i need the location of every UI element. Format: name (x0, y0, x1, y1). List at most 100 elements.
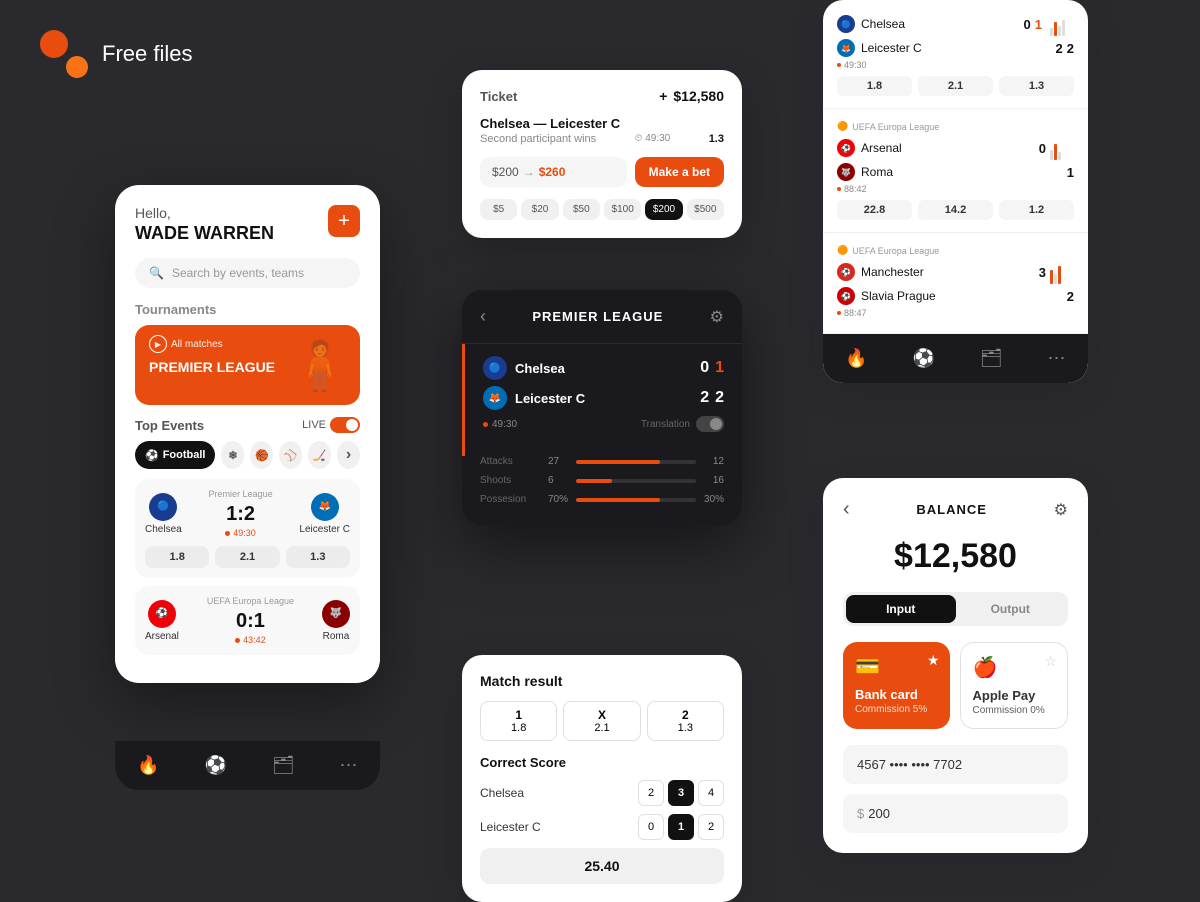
chip-20[interactable]: $20 (521, 199, 558, 220)
translation-toggle[interactable] (696, 416, 724, 432)
roma-name: Roma (323, 631, 350, 642)
leicester-name: Leicester C (299, 524, 350, 535)
match-result-card: Match result 1 1.8 X 2.1 2 1.3 Correct S… (462, 655, 742, 902)
make-bet-button[interactable]: Make a bet (635, 157, 724, 187)
arrow-icon: → (523, 165, 535, 179)
apple-commission: Commission 0% (973, 705, 1056, 716)
add-button[interactable]: + (328, 205, 360, 237)
live-chart-2 (1050, 136, 1074, 160)
sport-tab-baseball[interactable]: ⚾ (279, 441, 302, 469)
card-number-field[interactable]: 4567 •••• •••• 7702 (843, 745, 1068, 784)
chip-50[interactable]: $50 (563, 199, 600, 220)
nav-card-live[interactable]: 🗂 (980, 348, 1003, 369)
live-odd-2c[interactable]: 1.2 (999, 200, 1074, 220)
shoots-val2: 16 (704, 475, 724, 486)
live-toggle[interactable]: LIVE (302, 417, 360, 433)
tournament-banner[interactable]: ▶ All matches PREMIER LEAGUE 🧍 (135, 325, 360, 405)
cs-row-chelsea: Chelsea 2 3 4 (480, 780, 724, 806)
stat-shoots: Shoots 6 16 (480, 475, 724, 486)
sport-tab-basketball[interactable]: 🏀 (250, 441, 273, 469)
sport-tab-other[interactable]: 🏒 (308, 441, 331, 469)
live-manchester: ⚽ Manchester (837, 263, 924, 281)
chip-100[interactable]: $100 (604, 199, 641, 220)
toggle-switch[interactable] (330, 417, 360, 433)
sport-tab-football[interactable]: ⚽ Football (135, 441, 215, 469)
bank-star-icon[interactable]: ★ (927, 652, 940, 669)
nav-fire[interactable]: 🔥 (137, 755, 159, 776)
chip-500[interactable]: $500 (687, 199, 724, 220)
cs-chip-0[interactable]: 0 (638, 814, 664, 840)
chip-5[interactable]: $5 (480, 199, 517, 220)
live-chelsea: 🔵 Chelsea (837, 15, 905, 33)
cs-team-leicester: Leicester C (480, 820, 541, 834)
top-events-header: Top Events LIVE (135, 417, 360, 433)
live-odd-1c[interactable]: 1.3 (999, 76, 1074, 96)
nav-ball-live[interactable]: ⚽ (913, 348, 935, 369)
balance-tabs: Input Output (843, 592, 1068, 626)
ticket-amount: + $12,580 (659, 88, 724, 104)
total-button[interactable]: 25.40 (480, 848, 724, 884)
attacks-fill (576, 460, 660, 464)
tab-output[interactable]: Output (956, 595, 1066, 623)
bar3 (1058, 26, 1061, 36)
tab-input[interactable]: Input (846, 595, 956, 623)
sport-tab-more[interactable]: › (337, 441, 360, 469)
live-slavia-logo: ⚽ (837, 287, 855, 305)
odd-2[interactable]: 2.1 (215, 546, 279, 568)
live-odd-1b[interactable]: 2.1 (918, 76, 993, 96)
bet-input-field[interactable]: $200 → $260 (480, 157, 627, 187)
live-roma-logo: 🐺 (837, 163, 855, 181)
match-league-2: UEFA Europa League (207, 596, 294, 606)
result-chip-2[interactable]: 2 1.3 (647, 701, 724, 741)
sport-tab-hockey[interactable]: ❄ (221, 441, 244, 469)
cs-chip-2b[interactable]: 2 (698, 814, 724, 840)
shoots-bar (576, 479, 696, 483)
nav-more-live[interactable]: ⋯ (1048, 348, 1066, 369)
settings-icon[interactable]: ⚙ (710, 307, 724, 327)
score-1: 1 (715, 359, 724, 377)
play-button[interactable]: ▶ (149, 335, 167, 353)
balance-back[interactable]: ‹ (843, 498, 850, 521)
odd-1[interactable]: 1.8 (145, 546, 209, 568)
live-score-1b: 1 (1035, 17, 1042, 32)
bet-input-row: $200 → $260 Make a bet (480, 157, 724, 187)
cs-chip-2[interactable]: 2 (638, 780, 664, 806)
ticket-desc: Second participant wins ⏲ 49:30 1.3 (480, 133, 724, 145)
nav-football[interactable]: ⚽ (205, 755, 227, 776)
football-label: Football (163, 449, 206, 461)
live-manchester-name: Manchester (861, 265, 924, 279)
search-bar[interactable]: 🔍 Search by events, teams (135, 258, 360, 288)
live-odd-2a[interactable]: 22.8 (837, 200, 912, 220)
bar7 (1058, 152, 1061, 160)
back-arrow[interactable]: ‹ (480, 306, 486, 327)
live-odd-1a[interactable]: 1.8 (837, 76, 912, 96)
cs-chip-1[interactable]: 1 (668, 814, 694, 840)
input-to: $260 (539, 165, 566, 179)
balance-gear[interactable]: ⚙ (1054, 500, 1068, 520)
match-card-1: 🔵 Chelsea Premier League 1:2 49:30 🦊 Lei… (135, 479, 360, 578)
all-matches-link[interactable]: ▶ All matches (149, 335, 223, 353)
cs-chip-4[interactable]: 4 (698, 780, 724, 806)
cs-chip-3[interactable]: 3 (668, 780, 694, 806)
chip-200[interactable]: $200 (645, 199, 682, 220)
score-block-2: UEFA Europa League 0:1 43:42 (207, 596, 294, 645)
nav-card[interactable]: 🗂 (272, 755, 295, 776)
nav-more[interactable]: ⋯ (340, 755, 358, 776)
live-roma-name: Roma (861, 165, 893, 179)
payment-bank-card[interactable]: 💳 ★ Bank card Commission 5% (843, 642, 950, 729)
payment-apple-pay[interactable]: 🍎 ☆ Apple Pay Commission 0% (960, 642, 1069, 729)
live-arsenal-logo: ⚽ (837, 139, 855, 157)
premier-header: ‹ PREMIER LEAGUE ⚙ (462, 290, 742, 344)
attacks-label: Attacks (480, 456, 540, 467)
premier-title: PREMIER LEAGUE (532, 309, 663, 324)
live-odd-2b[interactable]: 14.2 (918, 200, 993, 220)
result-chip-1[interactable]: 1 1.8 (480, 701, 557, 741)
apple-star-icon[interactable]: ☆ (1044, 653, 1057, 670)
amount-field[interactable]: $ 200 (843, 794, 1068, 833)
match-time-2: 43:42 (207, 635, 294, 645)
premier-chelsea-logo: 🔵 (483, 356, 507, 380)
nav-fire-live[interactable]: 🔥 (845, 348, 867, 369)
result-chip-x[interactable]: X 2.1 (563, 701, 640, 741)
odd-3[interactable]: 1.3 (286, 546, 350, 568)
live-league-3: 🟠 UEFA Europa League (837, 245, 1074, 256)
